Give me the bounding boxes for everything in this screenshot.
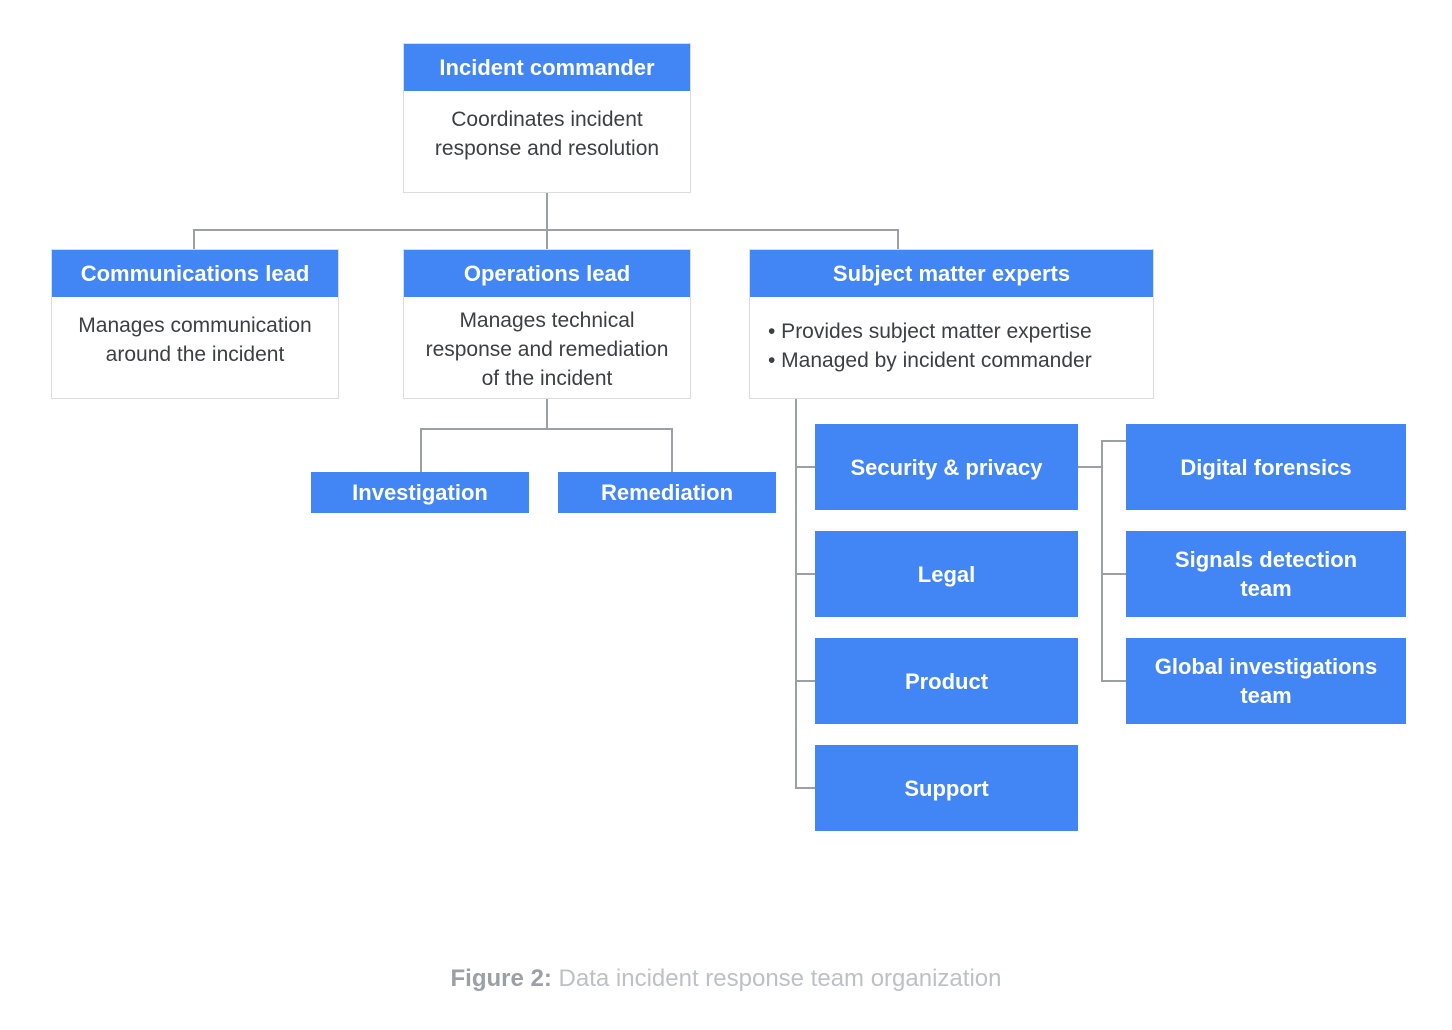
connector-stub-global-investigations <box>1101 680 1128 682</box>
bullet-item: • Provides subject matter expertise <box>768 320 1092 343</box>
description-line: Coordinates incident <box>451 108 643 131</box>
node-security-privacy-title: Security & privacy <box>850 454 1043 480</box>
node-investigation-title: Investigation <box>352 480 488 505</box>
connector-drop-sme <box>897 229 899 250</box>
figure-caption: Figure 2: Data incident response team or… <box>0 965 1452 993</box>
node-support[interactable]: Support <box>815 745 1078 831</box>
node-operations-lead-description: Manages technical response and remediati… <box>404 297 690 393</box>
node-incident-commander-title: Incident commander <box>404 44 690 91</box>
figure-caption-text: Data incident response team organization <box>558 965 1002 992</box>
node-incident-commander[interactable]: Incident commander Coordinates incident … <box>403 43 691 193</box>
connector-drop-remediation <box>671 428 673 472</box>
description-line: response and remediation <box>425 338 669 361</box>
node-signals-detection-team-title: Signals detection team <box>1174 547 1358 601</box>
node-remediation-title: Remediation <box>600 480 734 505</box>
node-subject-matter-experts[interactable]: Subject matter experts • Provides subjec… <box>749 249 1154 399</box>
node-incident-commander-description: Coordinates incident response and resolu… <box>404 91 690 163</box>
node-legal[interactable]: Legal <box>815 531 1078 617</box>
connector-drop-investigation <box>420 428 422 472</box>
node-remediation[interactable]: Remediation <box>558 472 776 513</box>
node-communications-lead[interactable]: Communications lead Manages communicatio… <box>51 249 339 399</box>
connector-subteams-trunk <box>1101 440 1103 681</box>
connector-security-privacy-out <box>1078 466 1103 468</box>
node-operations-lead[interactable]: Operations lead Manages technical respon… <box>403 249 691 399</box>
node-security-privacy[interactable]: Security & privacy <box>815 424 1078 510</box>
connector-stub-product <box>795 680 817 682</box>
connector-stub-support <box>795 787 817 789</box>
org-chart-diagram: Incident commander Coordinates incident … <box>0 0 1452 1030</box>
connector-stub-legal <box>795 573 817 575</box>
node-subject-matter-experts-description: • Provides subject matter expertise • Ma… <box>750 297 1153 375</box>
node-product[interactable]: Product <box>815 638 1078 724</box>
description-line: response and resolution <box>434 137 660 160</box>
bullet-item: • Managed by incident commander <box>768 349 1092 372</box>
node-operations-lead-title: Operations lead <box>404 250 690 297</box>
description-line: Manages communication <box>78 314 312 337</box>
node-legal-title: Legal <box>917 561 976 587</box>
connector-drop-communications <box>193 229 195 250</box>
figure-label: Figure 2: <box>450 965 552 992</box>
description-line: Manages technical <box>459 309 635 332</box>
node-investigation[interactable]: Investigation <box>311 472 529 513</box>
description-line: around the incident <box>105 343 285 366</box>
connector-ops-bus <box>420 428 673 430</box>
node-support-title: Support <box>904 775 989 801</box>
node-communications-lead-description: Manages communication around the inciden… <box>52 297 338 369</box>
connector-stub-security-privacy <box>795 466 817 468</box>
connector-sme-trunk <box>795 399 797 789</box>
node-global-investigations-team[interactable]: Global investigations team <box>1126 638 1406 724</box>
node-signals-detection-team[interactable]: Signals detection team <box>1126 531 1406 617</box>
node-digital-forensics[interactable]: Digital forensics <box>1126 424 1406 510</box>
connector-stub-signals-detection <box>1101 573 1128 575</box>
connector-drop-operations <box>546 229 548 250</box>
node-digital-forensics-title: Digital forensics <box>1180 454 1352 480</box>
node-product-title: Product <box>904 668 989 694</box>
description-line: of the incident <box>481 367 613 390</box>
node-subject-matter-experts-title: Subject matter experts <box>750 250 1153 297</box>
connector-stub-digital-forensics <box>1101 440 1128 442</box>
node-global-investigations-team-title: Global investigations team <box>1154 654 1378 708</box>
connector-ops-stem <box>546 399 548 429</box>
connector-ic-stem <box>546 193 548 231</box>
node-communications-lead-title: Communications lead <box>52 250 338 297</box>
